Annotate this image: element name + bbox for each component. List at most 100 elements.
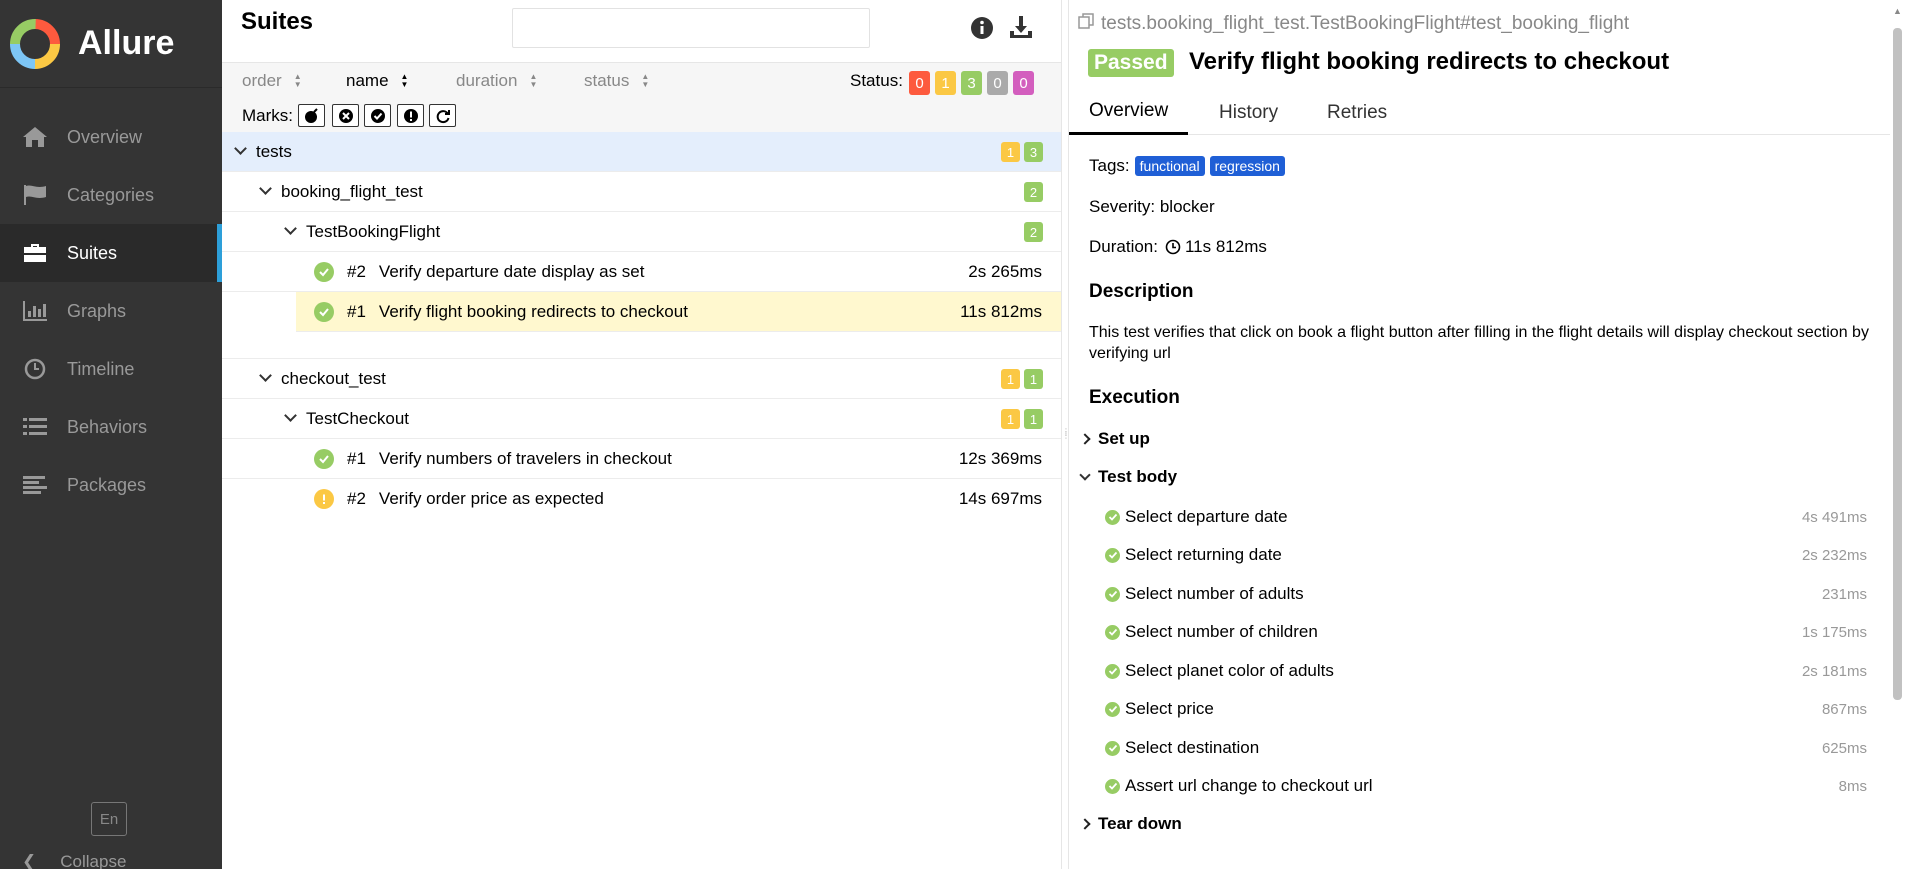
sidebar-item-overview[interactable]: Overview (0, 108, 222, 166)
tree-group-booking-flight-test[interactable]: booking_flight_test 2 (222, 172, 1061, 212)
sort-status-button[interactable]: status ▲ ▼ (584, 71, 649, 91)
home-icon (20, 125, 50, 149)
scroll-up-icon[interactable]: ▲ (1893, 6, 1902, 18)
test-number: #2 (347, 261, 366, 281)
sort-label: order (242, 71, 282, 90)
passed-count-badge: 1 (1024, 409, 1043, 429)
download-icon[interactable] (1008, 14, 1034, 40)
sidebar-item-behaviors[interactable]: Behaviors (0, 398, 222, 456)
search-input[interactable] (512, 8, 870, 48)
tree-group-checkout-test[interactable]: checkout_test 1 1 (222, 359, 1061, 399)
tree-spacer (222, 332, 1061, 359)
test-row[interactable]: #2 Verify departure date display as set … (222, 252, 1061, 292)
description-text: This test verifies that click on book a … (1089, 324, 1869, 362)
group-label: booking_flight_test (281, 181, 423, 201)
status-filter-passed[interactable]: 3 (961, 71, 982, 95)
chevron-down-icon (284, 409, 297, 422)
tab-overview[interactable]: Overview (1069, 90, 1189, 135)
sort-arrows-icon: ▲ ▼ (293, 72, 302, 89)
step-row[interactable]: Select number of children 1s 175ms (1105, 621, 1867, 643)
mark-new-failed-icon[interactable] (332, 104, 359, 127)
collapse-button[interactable]: ❮ Collapse (22, 852, 126, 869)
main-nav: Overview Categories Suites Graphs Timeli… (0, 108, 222, 514)
mark-flaky-icon[interactable] (298, 104, 325, 127)
step-duration: 2s 232ms (1801, 546, 1867, 564)
detail-tabs: Overview History Retries (1069, 90, 1890, 135)
suites-panel: Suites order ▲ ▼ name ▲ ▼ duration ▲ ▼ status ▲… (222, 0, 1061, 869)
marks-label: Marks: (242, 106, 293, 125)
broken-count-badge: 1 (1001, 142, 1020, 162)
sort-order-button[interactable]: order ▲ ▼ (242, 71, 302, 91)
tree-group-testcheckout[interactable]: TestCheckout 1 1 (222, 399, 1061, 439)
group-label: TestCheckout (306, 408, 409, 428)
sidebar-item-label: Suites (67, 242, 118, 263)
step-duration: 4s 491ms (1801, 508, 1867, 526)
sidebar-item-timeline[interactable]: Timeline (0, 340, 222, 398)
sidebar-item-label: Overview (67, 126, 143, 147)
sidebar-item-packages[interactable]: Packages (0, 456, 222, 514)
info-icon[interactable] (970, 16, 994, 40)
test-row[interactable]: #1 Verify numbers of travelers in checko… (222, 439, 1061, 479)
sort-label: name (346, 71, 389, 90)
tree-group-tests[interactable]: tests 1 3 (222, 132, 1061, 172)
mark-retries-icon[interactable] (429, 104, 456, 127)
sidebar-item-graphs[interactable]: Graphs (0, 282, 222, 340)
step-row[interactable]: Select planet color of adults 2s 181ms (1105, 660, 1867, 682)
copy-icon[interactable] (1077, 12, 1095, 36)
passed-check-icon (1105, 701, 1120, 717)
tree-group-testbookingflight[interactable]: TestBookingFlight 2 (222, 212, 1061, 252)
step-duration: 8ms (1838, 777, 1867, 795)
sidebar-item-label: Timeline (67, 358, 135, 379)
status-filter-skipped[interactable]: 0 (987, 71, 1008, 95)
chevron-right-icon (1079, 433, 1091, 445)
sort-arrows-icon: ▲ ▼ (400, 72, 409, 89)
step-row[interactable]: Select departure date 4s 491ms (1105, 506, 1867, 528)
chevron-right-icon (1079, 818, 1091, 830)
group-label: TestBookingFlight (306, 221, 441, 241)
sidebar-item-label: Behaviors (67, 416, 148, 437)
step-row[interactable]: Select returning date 2s 232ms (1105, 544, 1867, 566)
tags-field: Tags: functional regression (1089, 156, 1285, 176)
broken-count-badge: 1 (1001, 409, 1020, 429)
step-name: Select number of adults (1125, 584, 1304, 603)
tab-retries[interactable]: Retries (1327, 90, 1387, 135)
step-name: Select number of children (1125, 622, 1318, 641)
scrollbar-thumb[interactable] (1893, 28, 1902, 700)
language-button[interactable]: En (91, 802, 127, 836)
passed-check-icon (1105, 778, 1120, 794)
execution-body-toggle[interactable]: Test body (1079, 467, 1177, 487)
step-name: Select returning date (1125, 545, 1282, 564)
status-filter-failed[interactable]: 0 (909, 71, 930, 95)
step-row[interactable]: Select destination 625ms (1105, 737, 1867, 759)
status-filter-broken[interactable]: 1 (935, 71, 956, 95)
passed-count-badge: 2 (1024, 182, 1043, 202)
passed-check-icon (314, 261, 334, 282)
sidebar-item-categories[interactable]: Categories (0, 166, 222, 224)
step-name: Select destination (1125, 738, 1260, 757)
mark-new-passed-icon[interactable] (364, 104, 391, 127)
brand[interactable]: Allure (0, 0, 222, 88)
sort-name-button[interactable]: name ▲ ▼ (346, 71, 408, 91)
execution-setup-toggle[interactable]: Set up (1079, 429, 1150, 449)
test-row-selected[interactable]: #1 Verify flight booking redirects to ch… (296, 292, 1061, 332)
execution-teardown-toggle[interactable]: Tear down (1079, 814, 1182, 834)
status-filter-unknown[interactable]: 0 (1013, 71, 1034, 95)
sort-duration-button[interactable]: duration ▲ ▼ (456, 71, 537, 91)
tags-label: Tags: (1089, 156, 1130, 175)
test-detail-panel: tests.booking_flight_test.TestBookingFli… (1069, 0, 1907, 869)
tab-history[interactable]: History (1219, 90, 1278, 135)
sort-arrows-icon: ▲ ▼ (529, 72, 538, 89)
test-row[interactable]: #2 Verify order price as expected 14s 69… (222, 479, 1061, 519)
step-row[interactable]: Select price 867ms (1105, 698, 1867, 720)
sidebar-item-suites[interactable]: Suites (0, 224, 222, 282)
clock-icon (20, 357, 50, 381)
step-row[interactable]: Select number of adults 231ms (1105, 583, 1867, 605)
test-duration: 12s 369ms (958, 448, 1042, 468)
mark-new-broken-icon[interactable] (397, 104, 424, 127)
step-row[interactable]: Assert url change to checkout url 8ms (1105, 775, 1867, 797)
broken-count-badge: 1 (1001, 369, 1020, 389)
test-fullname: tests.booking_flight_test.TestBookingFli… (1077, 12, 1629, 36)
splitter-grip-icon[interactable]: ⋮ ⋮ (1062, 428, 1070, 460)
test-duration: 11s 812ms (960, 301, 1042, 321)
flag-icon (20, 183, 50, 207)
